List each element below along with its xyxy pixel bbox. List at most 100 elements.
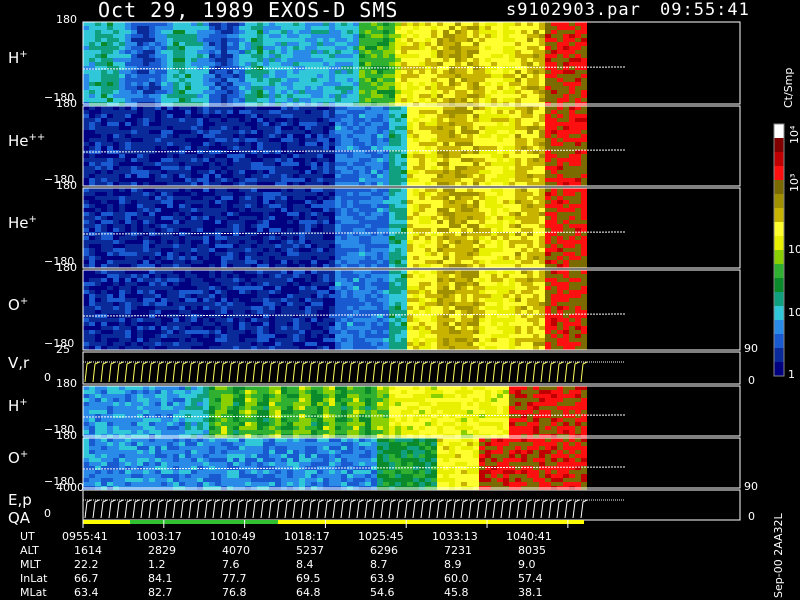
spectrogram-cell <box>533 66 539 70</box>
spectrogram-cell <box>317 162 323 166</box>
spectrogram-cell <box>515 208 521 212</box>
spectrogram-cell <box>383 158 389 162</box>
spectrogram-cell <box>485 220 491 224</box>
spectrogram-cell <box>209 86 215 90</box>
spectrogram-cell <box>233 232 239 236</box>
spectrogram-cell <box>353 126 359 130</box>
spectrogram-cell <box>131 46 137 50</box>
spectrogram-cell <box>83 22 89 26</box>
spectrogram-cell <box>113 138 119 142</box>
spectrogram-cell <box>527 146 533 150</box>
spectrogram-cell <box>521 30 527 34</box>
spectrogram-cell <box>545 174 551 178</box>
spectrogram-cell <box>347 142 353 146</box>
spectrogram-cell <box>371 166 377 170</box>
spectrogram-cell <box>467 42 473 46</box>
spectrogram-cell <box>137 162 143 166</box>
spectrogram-cell <box>473 170 479 174</box>
spectrogram-cell <box>419 114 425 118</box>
spectrogram-cell <box>239 30 245 34</box>
spectrogram-cell <box>89 162 95 166</box>
spectrogram-cell <box>491 34 497 38</box>
spectrogram-cell <box>221 78 227 82</box>
spectrogram-cell <box>437 74 443 78</box>
spectrogram-cell <box>329 192 335 196</box>
spectrogram-cell <box>389 34 395 38</box>
spectrogram-cell <box>263 86 269 90</box>
spectrogram-cell <box>533 220 539 224</box>
spectrogram-cell <box>407 260 413 264</box>
spectrogram-cell <box>119 142 125 146</box>
spectrogram-cell <box>83 46 89 50</box>
spectrogram-cell <box>197 244 203 248</box>
spectrogram-cell <box>209 162 215 166</box>
spectrogram-cell <box>113 264 119 268</box>
spectrogram-cell <box>491 122 497 126</box>
spectrogram-cell <box>215 110 221 114</box>
spectrogram-cell <box>383 142 389 146</box>
spectrogram-cell <box>347 264 353 268</box>
spectrogram-cell <box>413 110 419 114</box>
spectrogram-cell <box>125 204 131 208</box>
spectrogram-cell <box>191 192 197 196</box>
spectrogram-cell <box>221 146 227 150</box>
spectrogram-cell <box>101 208 107 212</box>
spectrogram-cell <box>317 22 323 26</box>
spectrogram-cell <box>227 42 233 46</box>
spectrogram-cell <box>539 130 545 134</box>
spectrogram-cell <box>257 146 263 150</box>
spectrogram-cell <box>515 94 521 98</box>
spectrogram-cell <box>221 170 227 174</box>
spectrogram-cell <box>149 26 155 30</box>
spectrogram-cell <box>347 256 353 260</box>
spectrogram-cell <box>95 82 101 86</box>
spectrogram-cell <box>407 142 413 146</box>
spectrogram-cell <box>185 188 191 192</box>
spectrogram-cell <box>209 66 215 70</box>
spectrogram-cell <box>149 86 155 90</box>
spectrogram-cell <box>359 90 365 94</box>
spectrogram-cell <box>551 130 557 134</box>
spectrogram-cell <box>119 208 125 212</box>
spectrogram-cell <box>365 126 371 130</box>
spectrogram-cell <box>125 26 131 30</box>
spectrogram-cell <box>401 188 407 192</box>
spectrogram-cell <box>269 86 275 90</box>
spectrogram-cell <box>167 158 173 162</box>
spectrogram-cell <box>269 134 275 138</box>
spectrogram-cell <box>233 212 239 216</box>
spectrogram-cell <box>221 38 227 42</box>
spectrogram-cell <box>269 228 275 232</box>
spectrogram-cell <box>137 170 143 174</box>
spectrogram-cell <box>107 188 113 192</box>
spectrogram-cell <box>161 86 167 90</box>
spectrogram-cell <box>527 174 533 178</box>
spectrogram-cell <box>287 154 293 158</box>
spectrogram-cell <box>515 62 521 66</box>
spectrogram-cell <box>167 228 173 232</box>
spectrogram-cell <box>131 224 137 228</box>
spectrogram-cell <box>173 94 179 98</box>
spectrogram-cell <box>83 162 89 166</box>
spectrogram-cell <box>119 122 125 126</box>
spectrogram-cell <box>491 178 497 182</box>
spectrogram-cell <box>101 252 107 256</box>
spectrogram-cell <box>377 192 383 196</box>
spectrogram-cell <box>383 110 389 114</box>
spectrogram-cell <box>461 58 467 62</box>
spectrogram-cell <box>167 174 173 178</box>
spectrogram-cell <box>497 42 503 46</box>
spectrogram-cell <box>329 110 335 114</box>
spectrogram-cell <box>491 236 497 240</box>
spectrogram-cell <box>413 174 419 178</box>
spectrogram-cell <box>575 94 581 98</box>
spectrogram-cell <box>335 30 341 34</box>
spectrogram-cell <box>455 62 461 66</box>
spectrogram-cell <box>305 22 311 26</box>
spectrogram-cell <box>455 188 461 192</box>
spectrogram-cell <box>437 106 443 110</box>
spectrogram-cell <box>251 134 257 138</box>
spectrogram-cell <box>389 212 395 216</box>
spectrogram-cell <box>257 248 263 252</box>
spectrogram-cell <box>95 170 101 174</box>
